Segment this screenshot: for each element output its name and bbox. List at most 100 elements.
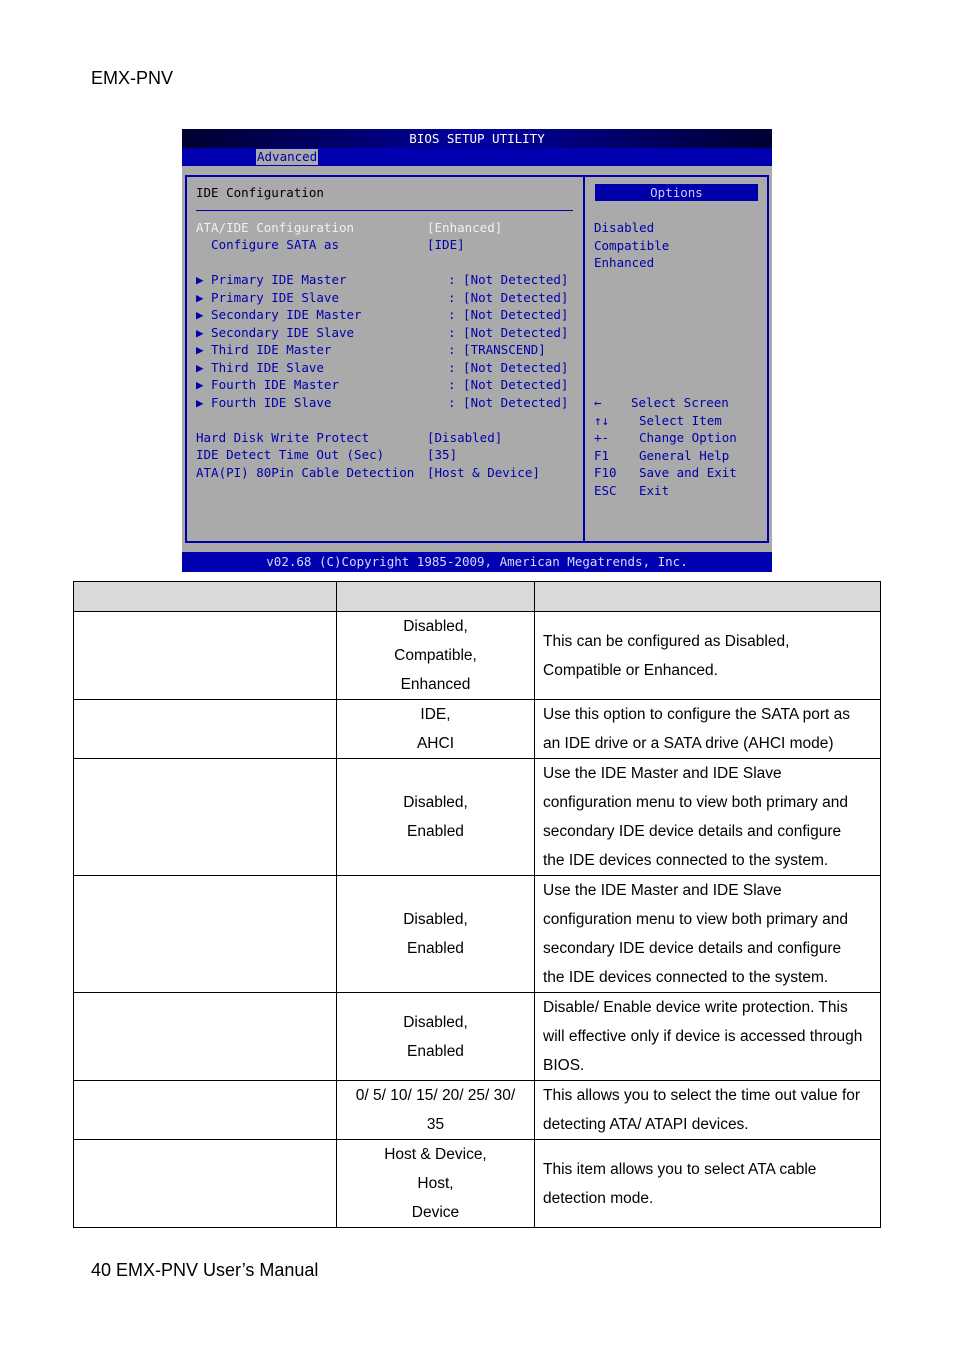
setting-cell (73, 1080, 337, 1140)
setting-cell (73, 875, 337, 993)
page-footer: 40 EMX-PNV User’s Manual (91, 1260, 319, 1280)
option-line: Disabled, (403, 911, 468, 928)
setting-cell (73, 1139, 337, 1228)
key-description: General Help (639, 447, 730, 463)
key-description: Change Option (639, 430, 737, 445)
bios-item-label[interactable]: Hard Disk Write Protect (196, 430, 369, 446)
option-line: Disabled, (403, 618, 468, 635)
bios-item-value[interactable]: : [Not Detected] (448, 377, 568, 393)
bios-copyright: v02.68 (C)Copyright 1985-2009, American … (182, 552, 772, 572)
description-cell: Disable/ Enable device write protection.… (534, 992, 881, 1081)
options-title: Options (595, 184, 758, 201)
header-cell (336, 581, 535, 612)
table-row: Disabled, Compatible, Enhanced This can be … (73, 611, 881, 700)
description-cell: Use the IDE Master and IDE Slave configur… (534, 758, 881, 876)
description-line: This can be configured as Disabled, (543, 632, 790, 650)
bios-item-label[interactable]: ▶ Secondary IDE Master (196, 307, 362, 323)
setting-cell (73, 699, 337, 759)
description-line: secondary IDE device details and configu… (543, 823, 842, 840)
description-line: detection mode. (543, 1189, 654, 1207)
section-title: IDE Configuration (196, 185, 324, 200)
description-line: the IDE devices connected to the system. (543, 969, 829, 986)
bios-title: BIOS SETUP UTILITY (182, 129, 772, 148)
divider (196, 210, 573, 211)
bios-item-label[interactable]: ▶ Third IDE Master (196, 342, 331, 358)
bios-item-value[interactable]: : [Not Detected] (448, 395, 568, 411)
key-name: F1 (594, 447, 610, 463)
key-name: ← (594, 395, 602, 410)
description-line: Compatible or Enhanced. (543, 661, 718, 679)
option-item: Compatible (594, 237, 670, 253)
setting-cell (73, 992, 337, 1081)
bios-item-label[interactable]: ATA(PI) 80Pin Cable Detection (196, 465, 414, 481)
table-row: Host & Device, Host, Device This item allow… (73, 1139, 881, 1228)
option-line: Enabled (407, 823, 464, 840)
description-cell: This allows you to select the time out v… (534, 1080, 881, 1140)
description-line: secondary IDE device details and configu… (543, 940, 842, 957)
bios-item-value[interactable]: : [Not Detected] (448, 307, 568, 323)
option-line: Disabled, (403, 1013, 468, 1031)
key-name: F10 (594, 465, 617, 480)
header-cell (534, 581, 881, 612)
description-line: an IDE drive or a SATA drive (AHCI mode) (543, 735, 834, 752)
option-line: Device (411, 1204, 460, 1221)
key-description: Select Item (639, 412, 722, 428)
header-cell (73, 581, 337, 612)
bios-item-value[interactable]: [Disabled] (427, 430, 502, 446)
description-line: detecting ATA/ ATAPI devices. (543, 1116, 749, 1133)
options-cell: Disabled, Enabled (336, 875, 535, 993)
description-cell: This item allows you to select ATA cable… (534, 1139, 881, 1228)
bios-item-value[interactable]: [Host & Device] (427, 465, 540, 481)
bios-item-label[interactable]: ATA/IDE Configuration (196, 220, 354, 236)
bios-item-value[interactable]: : [Not Detected] (448, 360, 568, 376)
setting-cell (73, 611, 337, 700)
description-line: This allows you to select the time out v… (543, 1087, 861, 1104)
bios-item-value[interactable]: : [Not Detected] (448, 325, 568, 341)
table-header (73, 581, 881, 612)
description-cell: Use the IDE Master and IDE Slave configur… (534, 875, 881, 993)
description-line: configuration menu to view both primary … (543, 911, 848, 928)
tab-advanced[interactable]: Advanced (256, 149, 319, 165)
bios-item-label[interactable]: ▶ Fourth IDE Master (196, 377, 339, 393)
bios-item-label[interactable]: ▶ Secondary IDE Slave (196, 325, 354, 341)
table-row: Disabled, Enabled Use the IDE Master and I… (73, 758, 881, 876)
option-line: Enabled (407, 940, 464, 957)
description-line: Use the IDE Master and IDE Slave (543, 765, 782, 782)
bios-item-value[interactable]: [IDE] (427, 237, 465, 253)
bios-item-value[interactable]: [Enhanced] (427, 220, 502, 236)
description-line: the IDE devices connected to the system. (543, 852, 829, 869)
bios-item-value[interactable]: [35] (427, 447, 457, 463)
bios-item-label[interactable]: ▶ Fourth IDE Slave (196, 395, 331, 411)
bios-item-value[interactable]: : [TRANSCEND] (448, 342, 546, 358)
options-cell: 0/ 5/ 10/ 15/ 20/ 25/ 30/35 (336, 1080, 535, 1140)
table-row: Disabled, Enabled Disable/ Enable device w… (73, 992, 881, 1081)
description-line: This item allows you to select ATA cable (543, 1160, 817, 1178)
key-description: Save and Exit (639, 465, 737, 480)
bios-item-label[interactable]: IDE Detect Time Out (Sec) (196, 447, 384, 463)
key-name: ↑↓ (594, 412, 610, 428)
description-line: will effective only if device is accesse… (543, 1028, 863, 1045)
option-line: Enhanced (400, 676, 471, 693)
setting-cell (73, 758, 337, 876)
settings-table: Disabled, Compatible, Enhanced This can be … (73, 581, 881, 1228)
table-row: Disabled, Enabled Use the IDE Master and I… (73, 875, 881, 993)
option-line: 0/ 5/ 10/ 15/ 20/ 25/ 30/ (355, 1087, 516, 1104)
options-cell: Disabled, Compatible, Enhanced (336, 611, 535, 700)
key-name: ESC (594, 482, 617, 498)
options-cell: Host & Device, Host, Device (336, 1139, 535, 1228)
bios-item-value[interactable]: : [Not Detected] (448, 290, 568, 306)
option-line: AHCI (416, 735, 455, 752)
bios-tab-bar: Advanced (182, 148, 772, 166)
key-description: Select Screen (631, 395, 729, 410)
option-line: Host, (417, 1175, 454, 1192)
option-item: Enhanced (594, 255, 655, 270)
bios-item-label[interactable]: ▶ Primary IDE Slave (196, 290, 339, 306)
bios-item-label[interactable]: ▶ Primary IDE Master (196, 272, 347, 288)
bios-item-value[interactable]: : [Not Detected] (448, 272, 568, 288)
bios-screenshot: BIOS SETUP UTILITY Advanced IDE Configur… (182, 129, 772, 572)
option-line: Compatible, (394, 647, 477, 664)
option-line: Enabled (407, 1042, 464, 1060)
bios-item-label[interactable]: ▶ Third IDE Slave (196, 360, 324, 376)
table-row: IDE, AHCI Use this option to configure the… (73, 699, 881, 759)
bios-item-label[interactable]: Configure SATA as (196, 237, 339, 253)
